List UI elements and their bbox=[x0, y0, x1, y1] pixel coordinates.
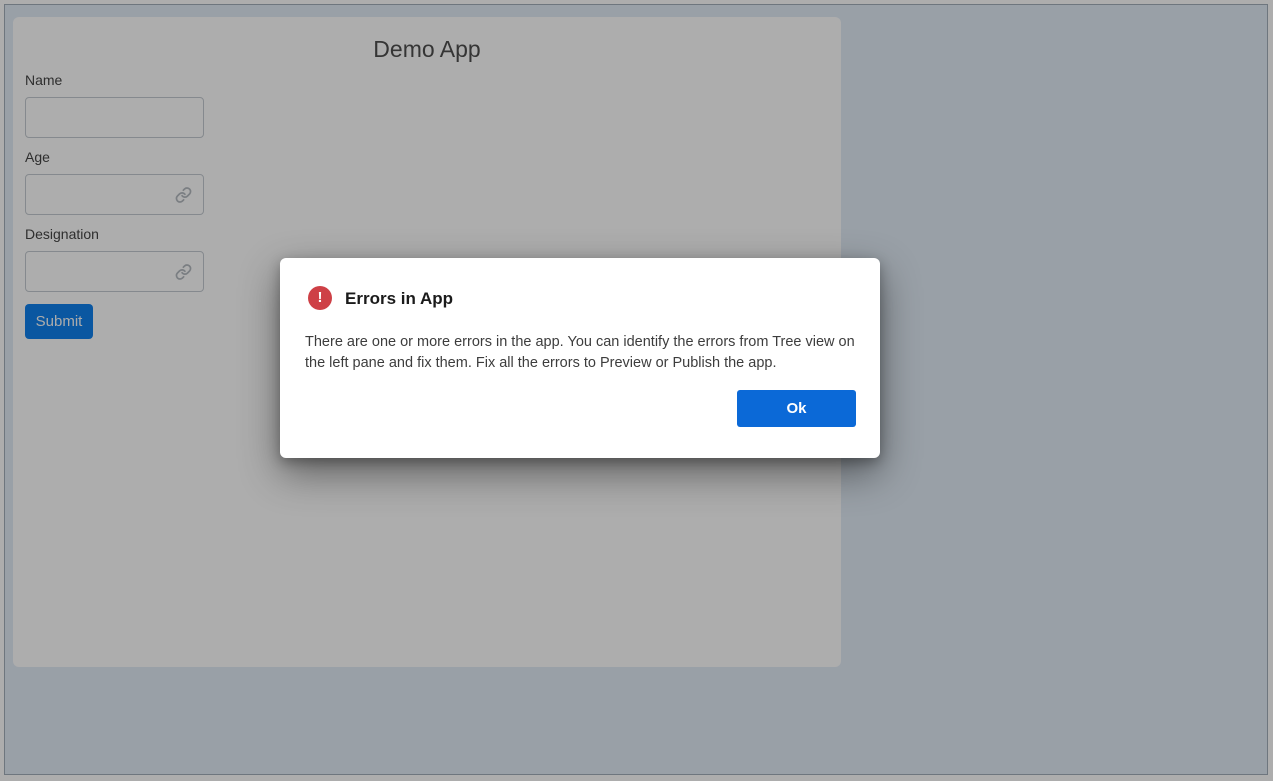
error-icon: ! bbox=[308, 286, 332, 310]
page: Demo App Name Age Designation Submit ! E… bbox=[0, 0, 1273, 781]
dialog-title: Errors in App bbox=[345, 289, 453, 308]
error-dialog: ! Errors in App There are one or more er… bbox=[280, 258, 880, 458]
dialog-message: There are one or more errors in the app.… bbox=[305, 334, 855, 371]
ok-button[interactable]: Ok bbox=[737, 390, 856, 427]
